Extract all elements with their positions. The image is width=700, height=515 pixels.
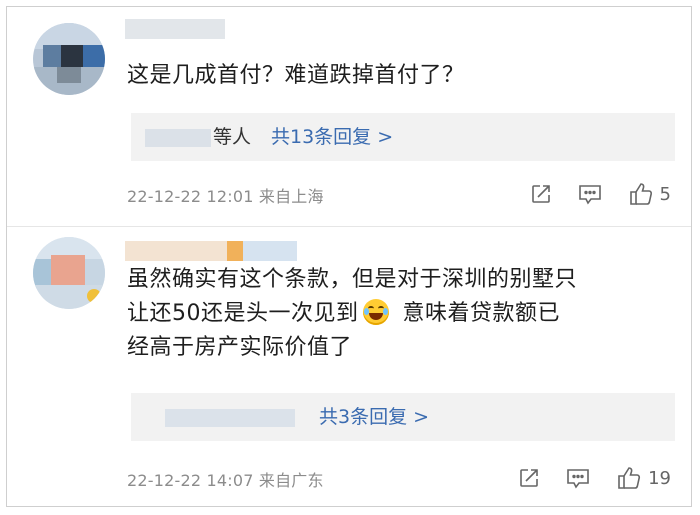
comment-actions: 19 bbox=[492, 463, 671, 493]
view-replies-link[interactable]: 共13条回复 > bbox=[271, 113, 393, 161]
username-blurred[interactable] bbox=[125, 19, 225, 39]
like-button[interactable]: 5 bbox=[628, 181, 671, 207]
comment-meta: 22-12-22 12:01 来自上海 bbox=[127, 187, 324, 206]
comments-panel: 这是几成首付？难道跌掉首付了？ 等人 共13条回复 > 22-12-22 12:… bbox=[6, 6, 692, 507]
share-icon bbox=[520, 469, 538, 487]
view-replies-link[interactable]: 共3条回复 > bbox=[319, 393, 429, 441]
comment-text-line: 让还50还是头一次见到 意味着贷款额已 bbox=[127, 299, 561, 326]
reply-users-suffix: 等人 bbox=[213, 126, 252, 148]
comment-icon bbox=[578, 185, 601, 205]
reply-users-blurred bbox=[165, 409, 295, 427]
like-icon bbox=[618, 467, 641, 489]
like-icon bbox=[629, 183, 652, 205]
like-count: 19 bbox=[648, 467, 671, 489]
share-button[interactable] bbox=[518, 467, 540, 489]
comment-text: 虽然确实有这个条款，但是对于深圳的别墅只 让还50还是头一次见到 意味着贷款额已 … bbox=[127, 263, 675, 365]
like-button[interactable]: 19 bbox=[616, 465, 671, 491]
reply-users-blurred bbox=[145, 129, 211, 147]
avatar[interactable] bbox=[33, 237, 105, 309]
comment-text: 这是几成首付？难道跌掉首付了？ bbox=[127, 63, 465, 88]
comment-button[interactable] bbox=[578, 183, 602, 205]
username-blurred[interactable] bbox=[125, 241, 297, 261]
share-icon bbox=[531, 185, 550, 203]
comment-actions: 5 bbox=[504, 179, 671, 209]
comment-text-line: 经高于房产实际价值了 bbox=[127, 335, 353, 360]
comment-text-line: 虽然确实有这个条款，但是对于深圳的别墅只 bbox=[127, 267, 578, 292]
comment-icon bbox=[567, 469, 589, 489]
like-count: 5 bbox=[659, 183, 671, 205]
comment-item: 虽然确实有这个条款，但是对于深圳的别墅只 让还50还是头一次见到 意味着贷款额已 … bbox=[7, 229, 691, 508]
comment-button[interactable] bbox=[566, 467, 590, 489]
comment-meta: 22-12-22 14:07 来自广东 bbox=[127, 471, 324, 490]
replies-box[interactable]: 等人 共13条回复 > bbox=[131, 113, 675, 161]
laugh-cry-emoji-icon bbox=[362, 299, 389, 325]
share-button[interactable] bbox=[530, 183, 552, 205]
replies-box[interactable]: 共3条回复 > bbox=[131, 393, 675, 441]
avatar[interactable] bbox=[33, 23, 105, 95]
comment-item: 这是几成首付？难道跌掉首付了？ 等人 共13条回复 > 22-12-22 12:… bbox=[7, 7, 691, 227]
divider bbox=[7, 226, 691, 227]
